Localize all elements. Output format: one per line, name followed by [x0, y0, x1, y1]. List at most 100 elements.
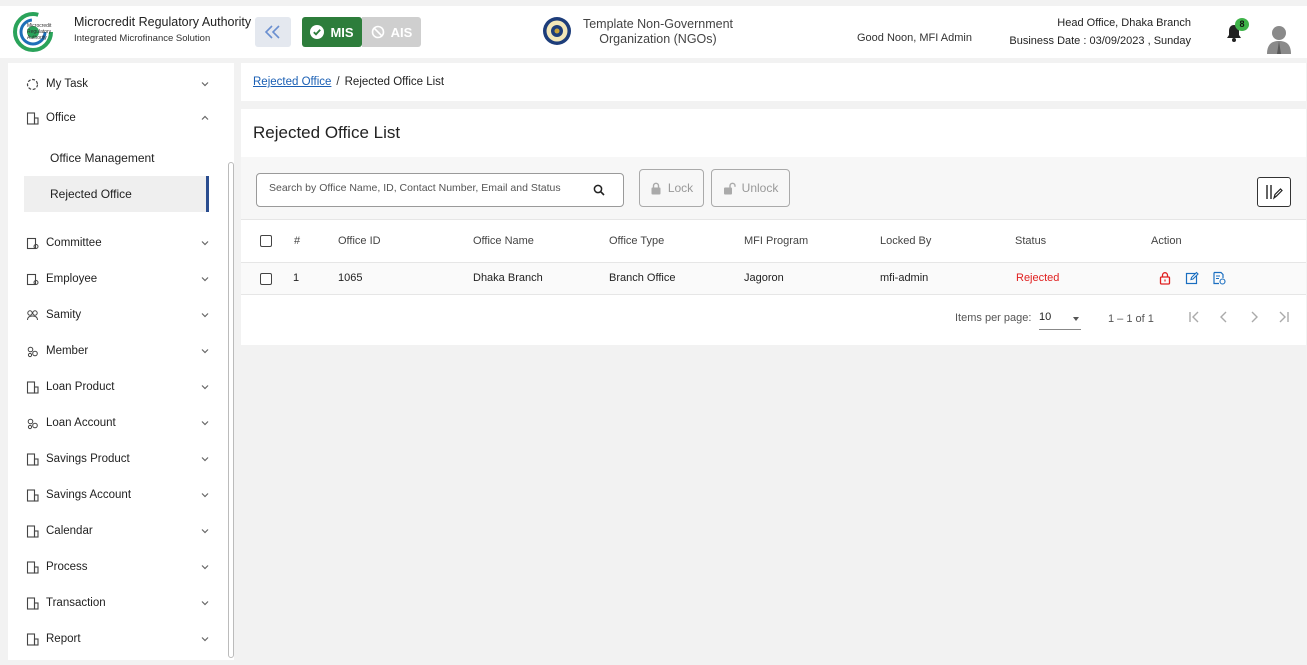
cell-office-type: Branch Office — [609, 272, 676, 284]
sidebar-item-label: Savings Product — [46, 453, 130, 465]
breadcrumb-link-rejected-office[interactable]: Rejected Office — [253, 76, 331, 88]
sidebar-subitem-office-management[interactable]: Office Management — [24, 140, 209, 176]
collapse-sidebar-button[interactable] — [255, 17, 291, 47]
details-icon[interactable] — [1212, 271, 1226, 285]
breadcrumb: Rejected Office / Rejected Office List — [241, 63, 1306, 101]
sidebar-item-savings-product[interactable]: Savings Product — [8, 441, 234, 477]
column-header-mfi-program[interactable]: MFI Program — [744, 235, 808, 247]
cell-number: 1 — [293, 272, 300, 284]
lock-button[interactable]: Lock — [639, 169, 704, 207]
table-header: # Office ID Office Name Office Type MFI … — [241, 219, 1306, 263]
sidebar-item-loan-product[interactable]: Loan Product — [8, 369, 234, 405]
column-header-locked-by[interactable]: Locked By — [880, 235, 931, 247]
sidebar-item-label: Report — [46, 633, 81, 645]
sidebar-item-label: Employee — [46, 273, 98, 285]
sidebar-item-employee[interactable]: Employee — [8, 261, 234, 297]
column-header-status[interactable]: Status — [1015, 235, 1046, 247]
sidebar-item-my-task[interactable]: My Task — [8, 66, 234, 102]
chevron-up-icon — [201, 115, 209, 120]
sidebar-item-savings-account[interactable]: Savings Account — [8, 477, 234, 513]
mis-label: MIS — [330, 24, 354, 40]
top-header: Microcredit Regulatory Authority Microcr… — [0, 6, 1307, 58]
chevron-down-icon — [201, 493, 209, 498]
page-range-label: 1 – 1 of 1 — [1108, 313, 1154, 325]
office-icon — [26, 111, 39, 125]
select-all-checkbox[interactable] — [260, 235, 272, 247]
table-row[interactable]: 1 1065 Dhaka Branch Branch Office Jagoro… — [241, 263, 1306, 295]
search-box — [256, 173, 624, 207]
sidebar-subitem-rejected-office[interactable]: Rejected Office — [24, 176, 209, 212]
report-icon — [26, 632, 39, 646]
search-input[interactable] — [269, 182, 579, 194]
sidebar-item-transaction[interactable]: Transaction — [8, 585, 234, 621]
samity-icon — [27, 309, 38, 320]
chevron-down-icon — [201, 565, 209, 570]
column-header-office-id[interactable]: Office ID — [338, 235, 381, 247]
first-page-icon[interactable] — [1186, 309, 1202, 325]
sidebar-item-label: Transaction — [46, 597, 106, 609]
sidebar-item-office[interactable]: Office — [8, 100, 234, 136]
chevron-down-icon — [201, 385, 209, 390]
status-badge: Rejected — [1016, 272, 1060, 284]
page-title: Rejected Office List — [253, 123, 401, 142]
organization-name: Template Non-Government Organization (NG… — [582, 17, 734, 46]
search-icon[interactable] — [593, 184, 605, 196]
sidebar-item-report[interactable]: Report — [8, 621, 234, 657]
column-header-office-name[interactable]: Office Name — [473, 235, 534, 247]
dropdown-arrow-icon — [1073, 317, 1079, 321]
cell-office-id: 1065 — [338, 272, 363, 284]
next-page-icon[interactable] — [1246, 309, 1262, 325]
chevron-down-icon — [201, 349, 209, 354]
greeting-text: Good Noon, MFI Admin — [857, 32, 972, 44]
unlock-icon — [723, 182, 736, 194]
business-date: Business Date : 03/09/2023 , Sunday — [1009, 35, 1191, 47]
loan-account-icon — [27, 418, 38, 429]
items-per-page-select[interactable]: 10 — [1039, 306, 1081, 330]
ais-toggle-button[interactable]: AIS — [362, 17, 421, 47]
office-name: Head Office, Dhaka Branch — [1057, 17, 1191, 29]
breadcrumb-separator: / — [336, 76, 340, 88]
process-icon — [26, 560, 39, 574]
last-page-icon[interactable] — [1276, 309, 1292, 325]
sidebar-item-label: Samity — [46, 309, 82, 321]
chevron-down-icon — [201, 313, 209, 318]
edit-columns-button[interactable] — [1257, 177, 1291, 207]
sidebar-item-label: Process — [46, 561, 88, 573]
lock-label: Lock — [667, 181, 694, 195]
sidebar-item-loan-account[interactable]: Loan Account — [8, 405, 234, 441]
paginator: Items per page: 10 1 – 1 of 1 — [241, 295, 1306, 345]
check-circle-icon — [310, 25, 325, 39]
user-avatar-icon[interactable] — [1266, 24, 1292, 54]
sidebar-subitem-label: Rejected Office — [50, 187, 132, 201]
sidebar-item-label: Committee — [46, 237, 102, 249]
savings-product-icon — [26, 452, 39, 466]
sidebar-item-label: Loan Product — [46, 381, 115, 393]
edit-icon[interactable] — [1185, 271, 1199, 285]
employee-icon — [26, 273, 39, 285]
sidebar-item-calendar[interactable]: Calendar — [8, 513, 234, 549]
unlock-label: Unlock — [741, 181, 779, 195]
sidebar-subitem-label: Office Management — [50, 151, 155, 165]
sidebar-item-committee[interactable]: Committee — [8, 225, 234, 261]
lock-icon — [651, 182, 661, 194]
sidebar-item-member[interactable]: Member — [8, 333, 234, 369]
column-header-office-type[interactable]: Office Type — [609, 235, 664, 247]
chevron-down-icon — [201, 529, 209, 534]
transaction-icon — [26, 596, 39, 610]
sidebar-item-process[interactable]: Process — [8, 549, 234, 585]
chevron-down-icon — [201, 82, 209, 87]
unlock-button[interactable]: Unlock — [711, 169, 790, 207]
double-chevron-left-icon — [264, 25, 280, 39]
lock-icon[interactable] — [1158, 271, 1172, 285]
column-header-action: Action — [1151, 235, 1182, 247]
sidebar-scrollbar[interactable] — [228, 162, 234, 658]
mis-toggle-button[interactable]: MIS — [302, 17, 362, 47]
breadcrumb-current: Rejected Office List — [344, 76, 445, 88]
edit-columns-icon — [1266, 185, 1283, 200]
chevron-down-icon — [201, 241, 209, 246]
row-checkbox[interactable] — [260, 273, 272, 285]
ban-icon — [371, 25, 384, 39]
office-info: Head Office, Dhaka Branch Business Date … — [1009, 14, 1191, 50]
previous-page-icon[interactable] — [1216, 309, 1232, 325]
sidebar-item-samity[interactable]: Samity — [8, 297, 234, 333]
